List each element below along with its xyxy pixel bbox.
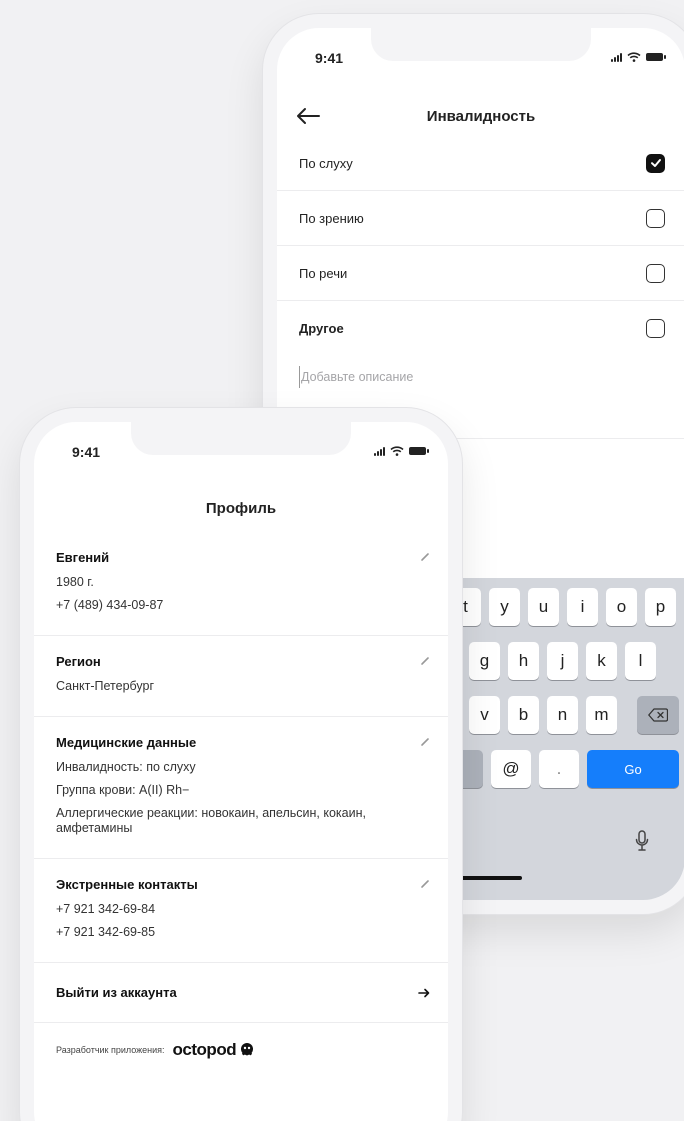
developer-logo[interactable]: octopod — [173, 1040, 237, 1060]
key-p[interactable]: p — [645, 588, 676, 626]
status-time: 9:41 — [72, 444, 101, 460]
key-g[interactable]: g — [469, 642, 500, 680]
key-k[interactable]: k — [586, 642, 617, 680]
option-hearing[interactable]: По слуху — [277, 136, 684, 191]
key-h[interactable]: h — [508, 642, 539, 680]
pencil-icon[interactable] — [420, 552, 430, 562]
personal-section: Евгений 1980 г. +7 (489) 434-09-87 — [34, 532, 448, 636]
option-vision[interactable]: По зрению — [277, 191, 684, 246]
status-icons — [611, 52, 666, 62]
profile-phone: 9:41 Профиль Евгений 1980 г. +7 (489) 43… — [20, 408, 462, 1121]
emergency-title: Экстренные контакты — [56, 877, 198, 892]
region-value: Санкт-Петербург — [56, 679, 155, 693]
disability-options: По слуху По зрению По речи Другое — [277, 136, 684, 356]
option-label: По зрению — [299, 210, 364, 226]
allergies: Аллергические реакции: новокаин, апельси… — [56, 806, 366, 835]
option-other[interactable]: Другое — [277, 301, 684, 356]
option-speech[interactable]: По речи — [277, 246, 684, 301]
logout-button[interactable]: Выйти из аккаунта — [34, 963, 448, 1023]
key-v[interactable]: v — [469, 696, 500, 734]
medical-section: Медицинские данные Инвалидность: по слух… — [34, 717, 448, 859]
pencil-icon[interactable] — [420, 879, 430, 889]
key-n[interactable]: n — [547, 696, 578, 734]
backspace-icon — [648, 708, 668, 722]
checkmark-icon — [650, 159, 661, 167]
emergency-section: Экстренные контакты +7 921 342-69-84 +7 … — [34, 859, 448, 963]
page-title: Инвалидность — [426, 108, 536, 125]
wifi-icon — [627, 52, 641, 62]
pencil-icon[interactable] — [420, 737, 430, 747]
key-dot[interactable]: . — [539, 750, 579, 788]
emergency-contact: +7 921 342-69-84 — [56, 902, 156, 916]
signal-icon — [374, 446, 385, 456]
key-b[interactable]: b — [508, 696, 539, 734]
hearing-checkbox[interactable] — [646, 153, 665, 173]
phone-number: +7 (489) 434-09-87 — [56, 598, 164, 612]
status-bar: 9:41 — [277, 28, 684, 72]
vision-checkbox[interactable] — [646, 208, 665, 228]
person-name: Евгений — [56, 550, 110, 565]
region-section: Регион Санкт-Петербург — [34, 636, 448, 717]
developer-credit: Разработчик приложения: octopod — [34, 1023, 448, 1077]
option-label: По слуху — [299, 155, 353, 171]
key-l[interactable]: l — [625, 642, 656, 680]
logout-label: Выйти из аккаунта — [56, 985, 177, 1000]
description-input[interactable] — [299, 366, 665, 388]
region-title: Регион — [56, 654, 101, 669]
option-label: Другое — [299, 321, 344, 336]
signal-icon — [611, 52, 622, 62]
key-u[interactable]: u — [528, 588, 559, 626]
other-checkbox[interactable] — [646, 319, 665, 338]
page-title: Профиль — [205, 500, 277, 517]
pencil-icon[interactable] — [420, 656, 430, 666]
status-time: 9:41 — [315, 50, 344, 66]
octopod-logo-icon — [241, 1043, 254, 1056]
key-m[interactable]: m — [586, 696, 617, 734]
key-o[interactable]: o — [606, 588, 637, 626]
key-j[interactable]: j — [547, 642, 578, 680]
emergency-contact: +7 921 342-69-85 — [56, 925, 156, 939]
status-icons — [374, 446, 429, 456]
blood-type: Группа крови: A(II) Rh− — [56, 783, 190, 797]
profile-content: Евгений 1980 г. +7 (489) 434-09-87 Регио… — [34, 532, 448, 1077]
arrow-right-icon — [418, 988, 430, 997]
wifi-icon — [390, 446, 404, 456]
option-label: По речи — [299, 265, 348, 281]
speech-checkbox[interactable] — [646, 263, 665, 283]
mic-icon[interactable] — [635, 830, 649, 852]
disability-header: Инвалидность — [277, 102, 684, 134]
battery-icon — [409, 447, 429, 455]
key-y[interactable]: y — [489, 588, 520, 626]
key-at[interactable]: @ — [491, 750, 531, 788]
battery-icon — [646, 53, 666, 61]
backspace-key[interactable] — [637, 696, 679, 734]
status-bar: 9:41 — [34, 422, 448, 466]
go-key[interactable]: Go — [587, 750, 679, 788]
birth-year: 1980 г. — [56, 575, 94, 589]
developer-label: Разработчик приложения: — [56, 1045, 165, 1055]
medical-title: Медицинские данные — [56, 735, 197, 750]
key-i[interactable]: i — [567, 588, 598, 626]
disability-value: Инвалидность: по слуху — [56, 760, 196, 774]
